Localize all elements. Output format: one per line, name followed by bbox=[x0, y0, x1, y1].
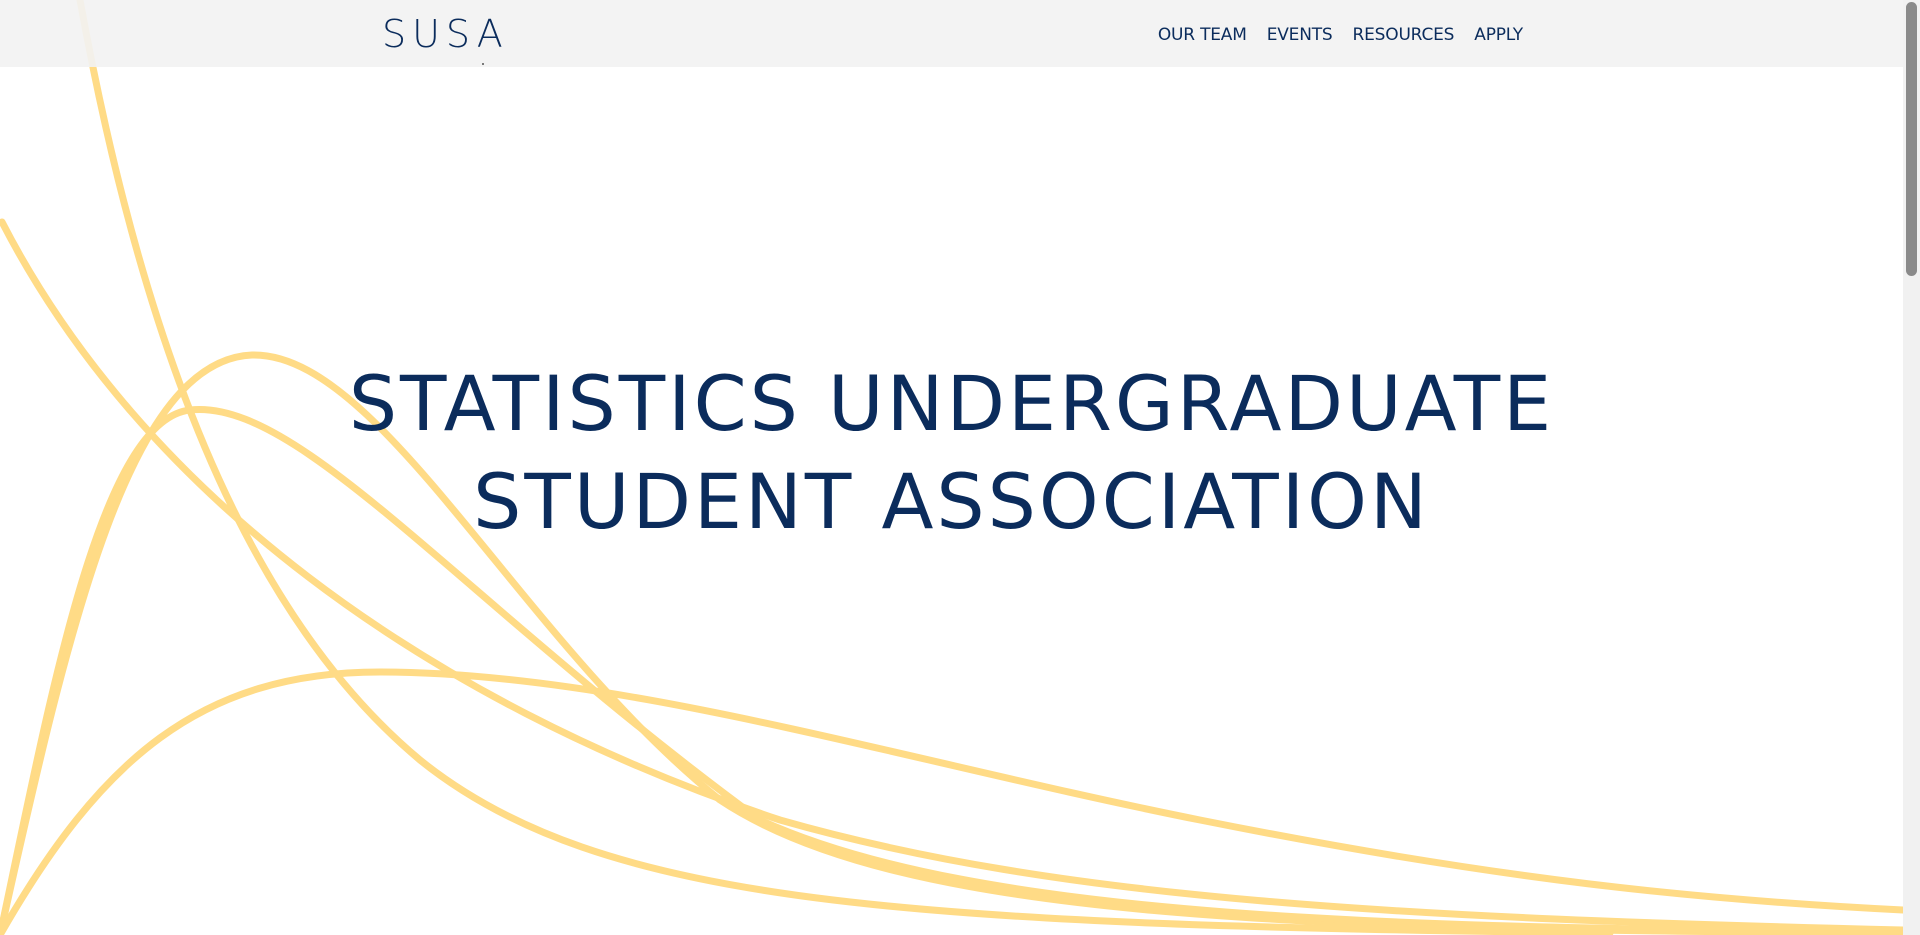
curve-wide bbox=[0, 668, 1903, 935]
navbar: SUSA OUR TEAM EVENTS RESOURCES APPLY bbox=[0, 0, 1903, 67]
scrollbar-thumb[interactable] bbox=[1906, 2, 1917, 276]
curve-decreasing bbox=[0, 218, 1903, 934]
hero-title: STATISTICS UNDERGRADUATE STUDENT ASSOCIA… bbox=[0, 355, 1903, 551]
nav-link-apply[interactable]: APPLY bbox=[1474, 24, 1523, 46]
nav-link-our-team[interactable]: OUR TEAM bbox=[1158, 24, 1247, 46]
page: SUSA OUR TEAM EVENTS RESOURCES APPLY STA… bbox=[0, 0, 1920, 935]
nav-links: OUR TEAM EVENTS RESOURCES APPLY bbox=[1158, 24, 1523, 46]
hero-title-line-2: STUDENT ASSOCIATION bbox=[473, 457, 1430, 546]
brand-dot bbox=[482, 63, 484, 65]
page-scrollbar[interactable] bbox=[1903, 0, 1920, 935]
nav-link-events[interactable]: EVENTS bbox=[1267, 24, 1333, 46]
brand-logo-link[interactable]: SUSA bbox=[382, 12, 509, 56]
hero-title-line-1: STATISTICS UNDERGRADUATE bbox=[348, 359, 1555, 448]
nav-link-resources[interactable]: RESOURCES bbox=[1353, 24, 1455, 46]
